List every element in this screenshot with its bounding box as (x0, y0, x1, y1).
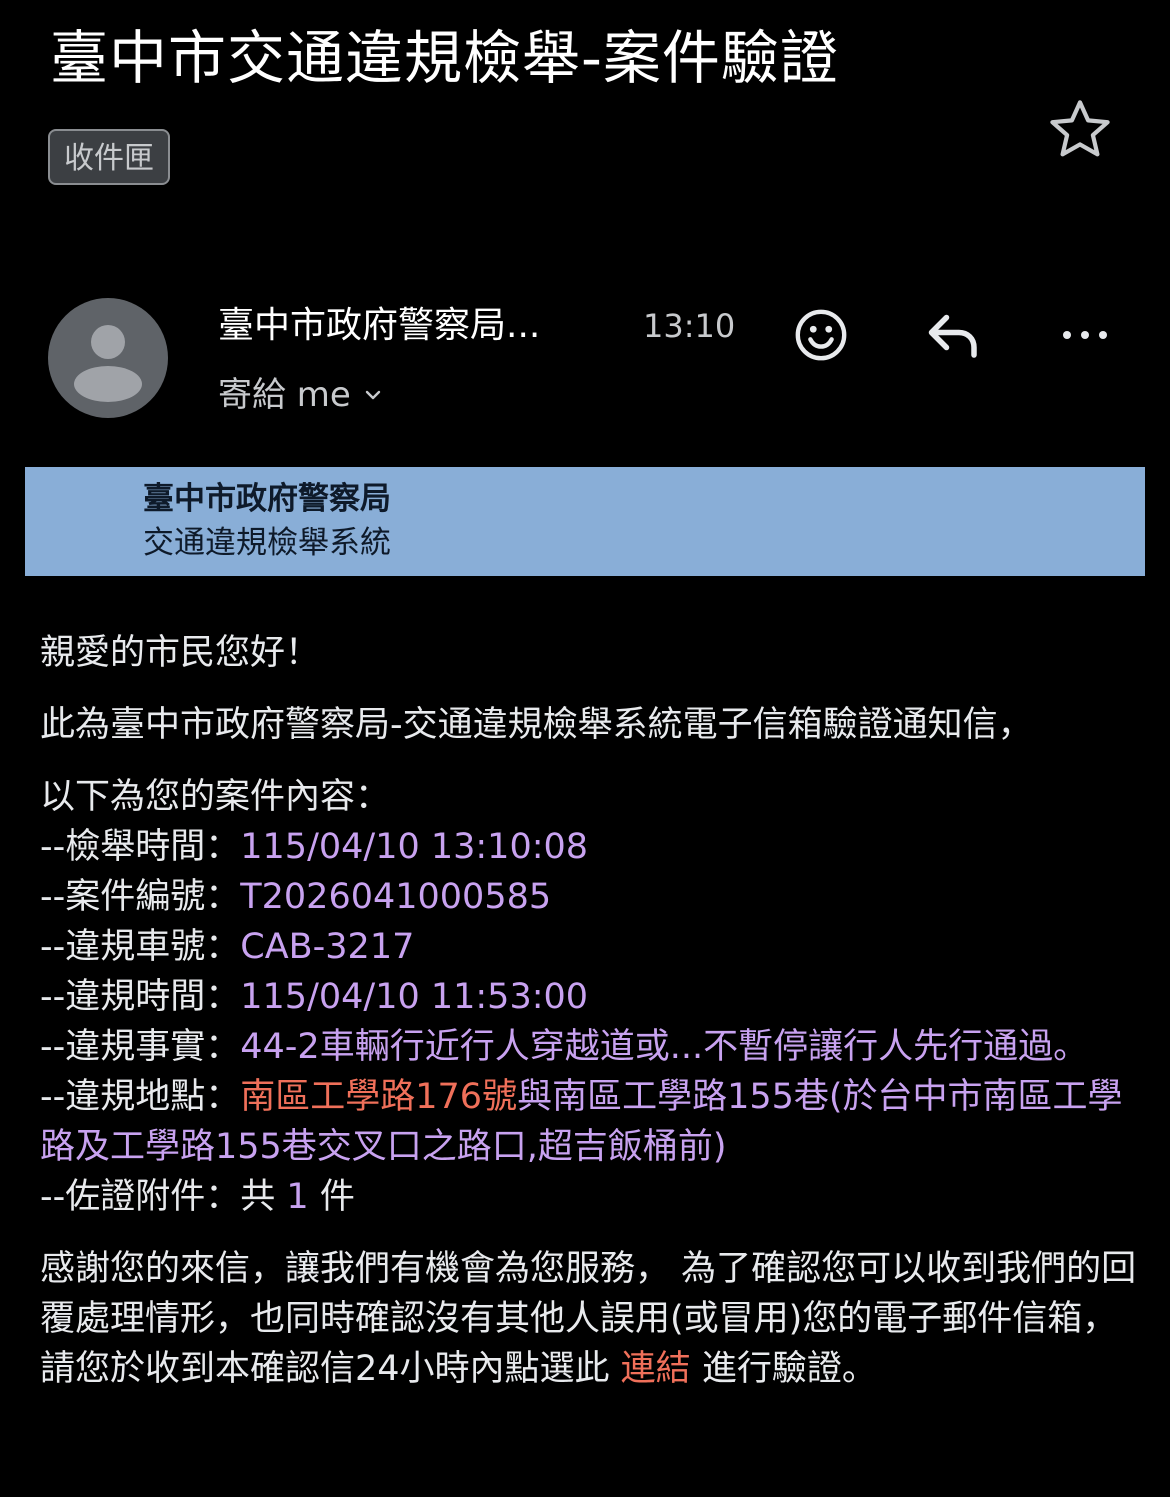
case-row-case-number: --案件編號：T2026041000585 (40, 872, 1140, 922)
closing-paragraph: 感謝您的來信，讓我們有機會為您服務， 為了確認您可以收到我們的回覆處理情形，也同… (40, 1244, 1140, 1394)
case-row-violation-time: --違規時間：115/04/10 11:53:00 (40, 972, 1140, 1022)
attachments-prefix: 共 (240, 1177, 287, 1217)
attachments-suffix: 件 (308, 1177, 355, 1217)
reply-icon[interactable] (922, 304, 986, 366)
location-highlight: 南區工學路176號 (240, 1077, 518, 1117)
case-list-title: 以下為您的案件內容： (40, 777, 391, 817)
inbox-label-chip[interactable]: 收件匣 (48, 129, 170, 185)
more-options-icon[interactable] (1054, 304, 1116, 366)
chevron-down-icon (365, 390, 381, 400)
case-row-location: --違規地點：南區工學路176號與南區工學路155巷(於台中市南區工學路及工學路… (40, 1072, 1140, 1172)
case-row-attachments: --佐證附件：共 1 件 (40, 1172, 1140, 1222)
attachments-count: 1 (286, 1177, 309, 1217)
sender-name[interactable]: 臺中市政府警察局... (218, 302, 540, 350)
greeting-text: 親愛的市民您好！ (40, 633, 321, 673)
row-value: CAB-3217 (240, 927, 415, 967)
email-banner: 臺中市政府警察局 交通違規檢舉系統 (25, 467, 1145, 576)
row-label: --檢舉時間： (40, 827, 241, 867)
sender-avatar-icon[interactable] (48, 298, 168, 418)
row-label: --違規事實： (40, 1027, 241, 1067)
intro-text: 此為臺中市政府警察局-交通違規檢舉系統電子信箱驗證通知信， (40, 705, 1033, 745)
banner-org-name: 臺中市政府警察局 (143, 481, 391, 517)
row-value: T2026041000585 (240, 877, 552, 917)
row-label: --違規時間： (40, 977, 241, 1017)
closing-text: 感謝您的來信，讓我們有機會為您服務， 為了確認您可以收到我們的回覆處理情形，也同… (40, 1249, 1137, 1389)
banner-system-name: 交通違規檢舉系統 (143, 525, 391, 561)
row-label: --佐證附件： (40, 1177, 241, 1217)
emoji-smile-icon[interactable] (790, 304, 852, 366)
row-label: --違規地點： (40, 1077, 241, 1117)
message-time: 13:10 (643, 307, 736, 345)
recipient-toggle[interactable]: 寄給 me (218, 372, 385, 418)
case-row-plate-number: --違規車號：CAB-3217 (40, 922, 1140, 972)
row-value: 115/04/10 13:10:08 (240, 827, 589, 867)
row-value: 115/04/10 11:53:00 (240, 977, 589, 1017)
email-subject: 臺中市交通違規檢舉-案件驗證 (50, 24, 839, 92)
recipient-text: 寄給 me (218, 375, 351, 415)
row-label: --案件編號： (40, 877, 241, 917)
closing-text-end: 進行驗證。 (690, 1349, 877, 1389)
email-body: 親愛的市民您好！ 此為臺中市政府警察局-交通違規檢舉系統電子信箱驗證通知信， 以… (40, 628, 1140, 1394)
verify-link[interactable]: 連結 (621, 1349, 691, 1389)
star-icon[interactable] (1044, 94, 1116, 166)
case-row-report-time: --檢舉時間：115/04/10 13:10:08 (40, 822, 1140, 872)
case-row-violation-fact: --違規事實：44-2車輛行近行人穿越道或...不暫停讓行人先行通過。 (40, 1022, 1140, 1072)
row-value: 44-2車輛行近行人穿越道或...不暫停讓行人先行通過。 (240, 1027, 1089, 1067)
row-label: --違規車號： (40, 927, 241, 967)
